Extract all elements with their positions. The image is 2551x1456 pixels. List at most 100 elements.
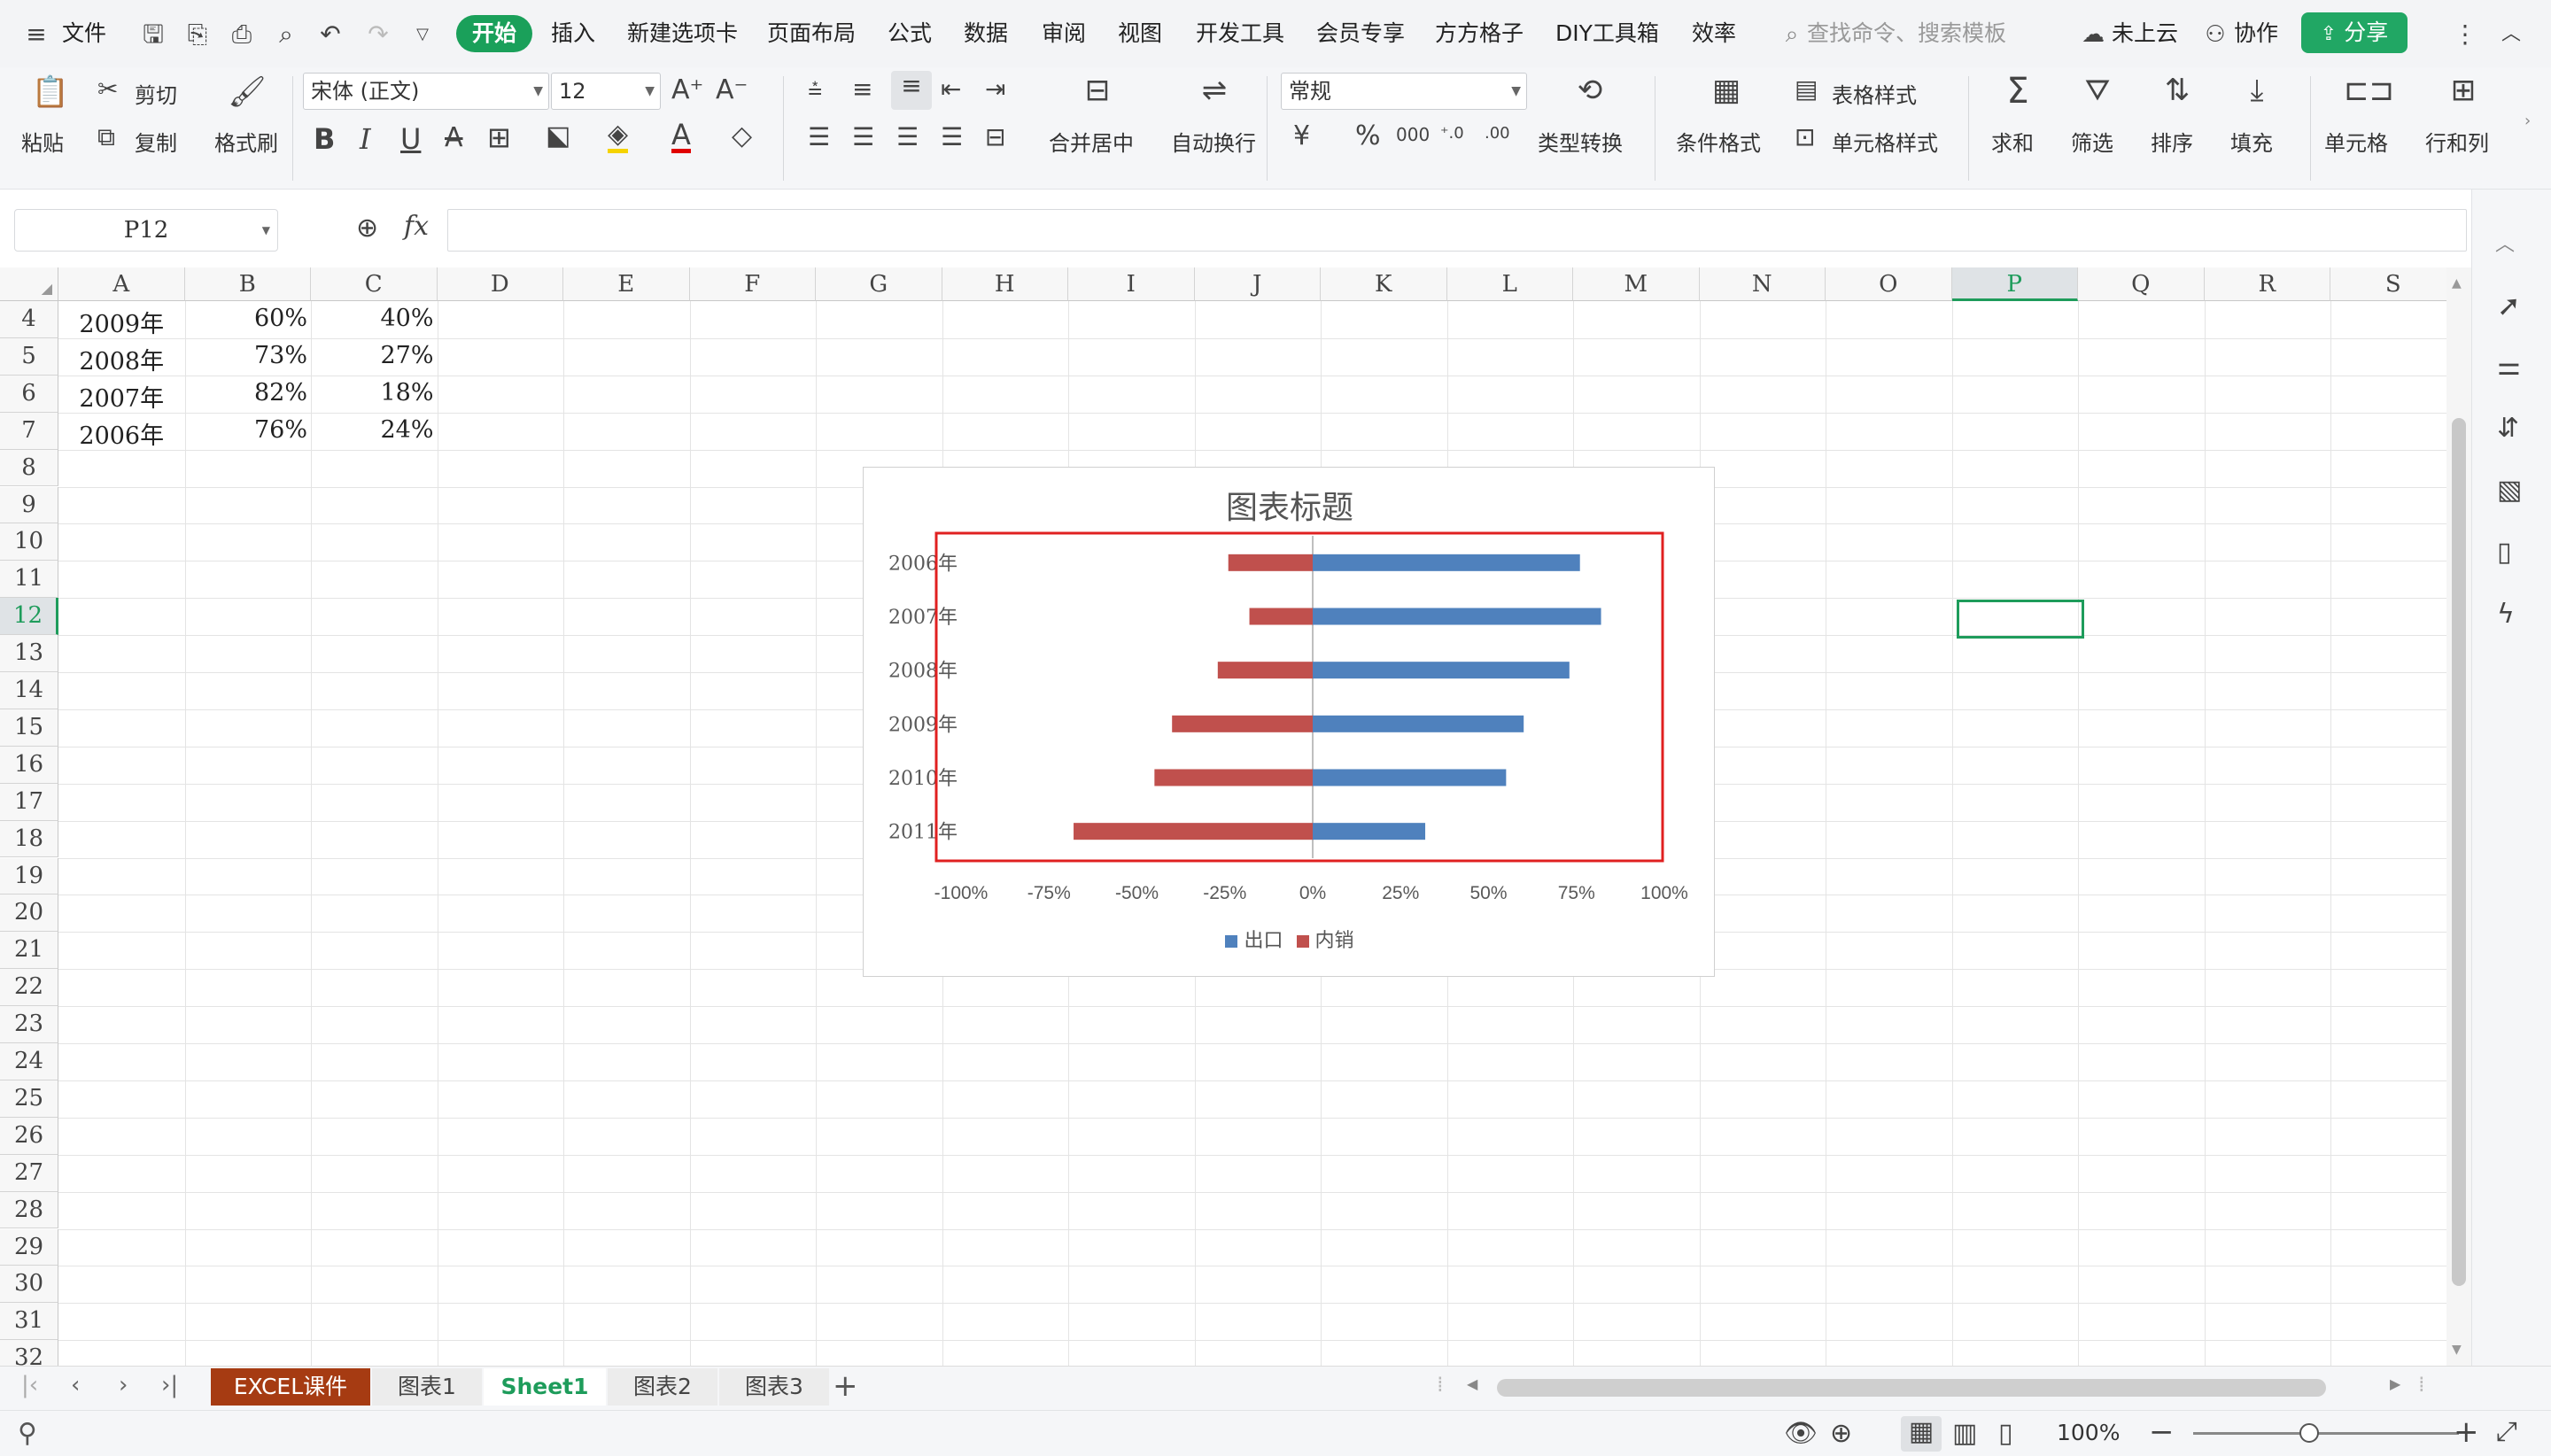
bar-export-1[interactable]: [1313, 608, 1601, 625]
tab-efficiency[interactable]: 效率: [1692, 16, 1736, 51]
row-header-17[interactable]: 17: [0, 783, 58, 821]
cloud-status[interactable]: 未上云: [2112, 16, 2178, 51]
bar-domestic-5[interactable]: [1074, 823, 1313, 840]
column-header-b[interactable]: B: [184, 267, 311, 301]
column-header-e[interactable]: E: [563, 267, 690, 301]
distributed-align-icon[interactable]: ⊟: [985, 122, 1005, 151]
zoom-slider[interactable]: [2193, 1432, 2459, 1435]
font-size-select[interactable]: 12 ▼: [551, 73, 661, 110]
column-header-p[interactable]: P: [1951, 267, 2078, 301]
align-bottom-icon[interactable]: ≡: [891, 71, 932, 110]
column-header-n[interactable]: N: [1699, 267, 1826, 301]
bar-domestic-3[interactable]: [1172, 715, 1313, 732]
scroll-right-icon[interactable]: ▶: [2390, 1375, 2400, 1392]
cell-b6[interactable]: 82%: [189, 379, 307, 407]
more-icon[interactable]: ⋮: [2450, 19, 2480, 50]
row-header-4[interactable]: 4: [0, 301, 58, 338]
increase-decimal-icon[interactable]: ⁺.0: [1440, 124, 1464, 143]
sheet-tab-excel-course[interactable]: EXCEL课件: [211, 1368, 370, 1406]
bar-export-0[interactable]: [1313, 554, 1580, 571]
row-header-16[interactable]: 16: [0, 746, 58, 784]
cell-b4[interactable]: 60%: [189, 305, 307, 332]
zoom-formula-icon[interactable]: ⊕: [356, 213, 378, 244]
panel-collapse-icon[interactable]: ︿: [2495, 228, 2515, 257]
eye-protection-icon[interactable]: 👁: [1784, 1418, 1818, 1449]
align-left-icon[interactable]: ☰: [808, 122, 830, 151]
percent-icon[interactable]: %: [1355, 120, 1381, 151]
column-header-i[interactable]: I: [1068, 267, 1195, 301]
sheet-tab-chart2[interactable]: 图表2: [608, 1368, 717, 1406]
column-header-o[interactable]: O: [1826, 267, 1952, 301]
page-break-view-icon[interactable]: ▥: [1952, 1418, 1977, 1449]
row-header-21[interactable]: 21: [0, 932, 58, 970]
quick-access-dropdown-icon[interactable]: ▽: [407, 19, 438, 50]
last-sheet-icon[interactable]: ›|: [161, 1372, 178, 1398]
cell-b7[interactable]: 76%: [189, 416, 307, 444]
row-header-18[interactable]: 18: [0, 820, 58, 858]
cell-c6[interactable]: 18%: [314, 379, 433, 407]
normal-view-icon[interactable]: ▦: [1901, 1416, 1942, 1452]
transform-icon[interactable]: ⇵: [2497, 413, 2519, 444]
cell-c5[interactable]: 27%: [314, 342, 433, 369]
strikethrough-icon[interactable]: A: [445, 122, 463, 153]
row-header-11[interactable]: 11: [0, 561, 58, 599]
increase-indent-icon[interactable]: ⇥: [985, 74, 1005, 104]
zoom-out-icon[interactable]: −: [2149, 1414, 2175, 1450]
cell-b5[interactable]: 73%: [189, 342, 307, 369]
row-header-28[interactable]: 28: [0, 1191, 58, 1229]
column-header-f[interactable]: F: [689, 267, 816, 301]
row-header-23[interactable]: 23: [0, 1006, 58, 1043]
font-name-select[interactable]: 宋体 (正文) ▼: [303, 73, 549, 110]
tab-page-layout[interactable]: 页面布局: [767, 16, 856, 51]
bar-domestic-2[interactable]: [1217, 662, 1313, 679]
share-button[interactable]: ⇪ 分享: [2301, 12, 2408, 53]
tab-review[interactable]: 审阅: [1042, 16, 1086, 51]
currency-icon[interactable]: ¥: [1293, 120, 1310, 151]
bar-export-2[interactable]: [1313, 662, 1570, 679]
decrease-font-icon[interactable]: A⁻: [716, 74, 748, 105]
cell-a4[interactable]: 2009年: [62, 305, 182, 339]
fullscreen-icon[interactable]: ⤢: [2496, 1416, 2517, 1447]
cell-a6[interactable]: 2007年: [62, 379, 182, 414]
file-menu[interactable]: 文件: [62, 16, 106, 51]
bar-export-3[interactable]: [1313, 715, 1524, 732]
bar-export-4[interactable]: [1313, 769, 1507, 786]
row-header-12[interactable]: 12: [0, 598, 58, 636]
row-header-25[interactable]: 25: [0, 1080, 58, 1118]
export-icon[interactable]: ⎘: [182, 19, 213, 50]
hamburger-menu-icon[interactable]: ≡: [21, 19, 51, 50]
scroll-left-icon[interactable]: ◀: [1467, 1375, 1477, 1392]
page-layout-view-icon[interactable]: ▯: [1998, 1418, 2013, 1449]
row-header-8[interactable]: 8: [0, 449, 58, 487]
row-header-20[interactable]: 20: [0, 895, 58, 933]
column-header-r[interactable]: R: [2204, 267, 2330, 301]
row-header-30[interactable]: 30: [0, 1266, 58, 1304]
align-center-icon[interactable]: ☰: [852, 122, 874, 151]
print-preview-icon[interactable]: ⌕: [271, 19, 301, 50]
undo-icon[interactable]: ↶: [315, 19, 345, 50]
column-header-k[interactable]: K: [1321, 267, 1447, 301]
select-all-corner[interactable]: ◢: [0, 267, 58, 301]
column-header-l[interactable]: L: [1446, 267, 1573, 301]
properties-icon[interactable]: ⚌: [2497, 351, 2521, 382]
macro-record-icon[interactable]: ⚲: [18, 1418, 37, 1449]
add-sheet-icon[interactable]: +: [833, 1368, 858, 1404]
column-header-d[interactable]: D: [437, 267, 563, 301]
bold-icon[interactable]: B: [314, 122, 335, 156]
collab-button[interactable]: 协作: [2234, 16, 2278, 51]
row-header-32[interactable]: 32: [0, 1340, 58, 1366]
prev-sheet-icon[interactable]: ‹: [71, 1372, 80, 1398]
tab-view[interactable]: 视图: [1118, 16, 1162, 51]
select-pointer-icon[interactable]: ➚: [2497, 289, 2521, 322]
zoom-slider-handle[interactable]: [2299, 1423, 2319, 1443]
scroll-up-icon[interactable]: ▲: [2452, 276, 2462, 290]
zoom-in-icon[interactable]: +: [2454, 1414, 2479, 1450]
search-input[interactable]: 查找命令、搜索模板: [1807, 16, 2006, 51]
column-header-q[interactable]: Q: [2078, 267, 2205, 301]
tab-insert[interactable]: 插入: [551, 16, 595, 51]
column-header-j[interactable]: J: [1194, 267, 1321, 301]
cell-a7[interactable]: 2006年: [62, 416, 182, 451]
row-header-26[interactable]: 26: [0, 1117, 58, 1155]
cell-fill-style-icon[interactable]: ⬕: [546, 120, 570, 151]
sheet-tab-sheet1[interactable]: Sheet1: [484, 1368, 606, 1406]
